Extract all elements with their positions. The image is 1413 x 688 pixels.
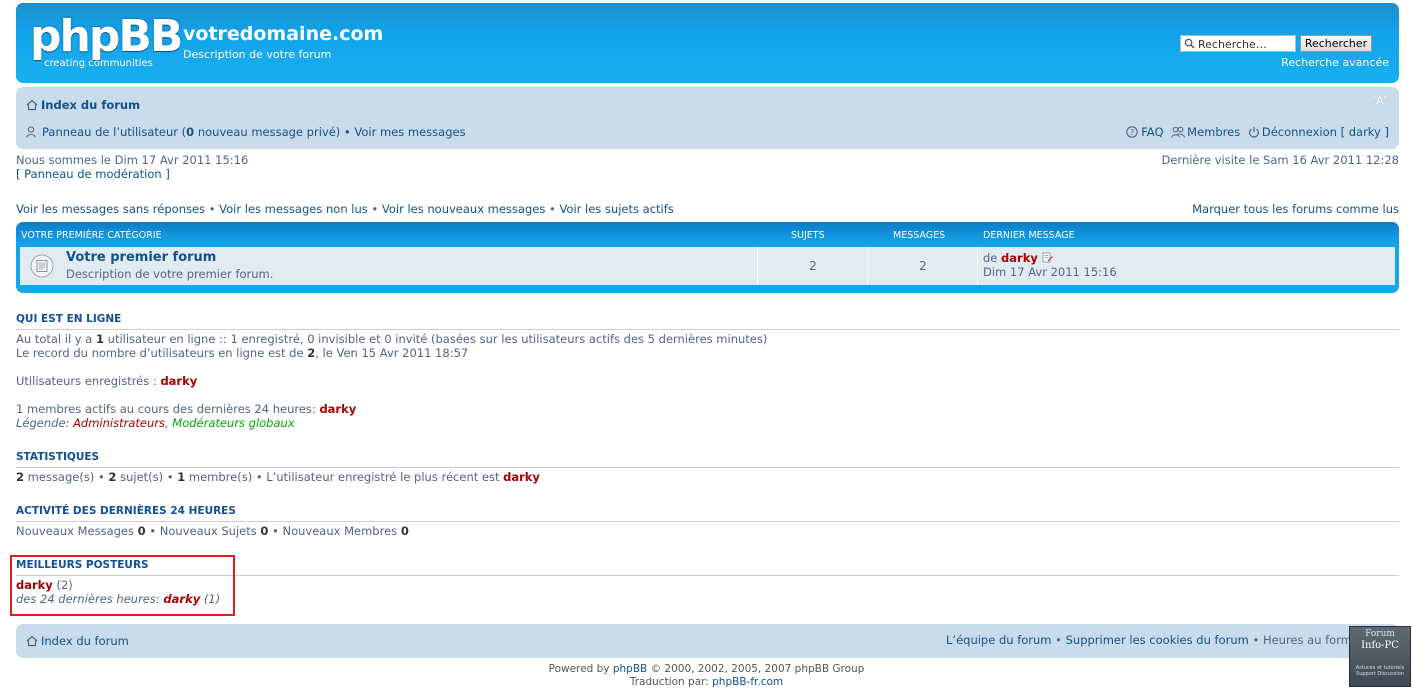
last-post-author[interactable]: darky	[1001, 251, 1038, 265]
logo-subtitle: creating communities	[44, 58, 153, 69]
logout-link[interactable]: Déconnexion [ darky ]	[1248, 125, 1389, 139]
quick-links: Voir les messages sans réponses • Voir l…	[16, 202, 674, 216]
faq-link[interactable]: ? FAQ	[1126, 125, 1164, 139]
site-description: Description de votre forum	[183, 48, 332, 61]
forum-title-link[interactable]: Votre premier forum	[66, 250, 216, 265]
breadcrumb-index-label: Index du forum	[41, 98, 141, 112]
legend-gmods-link[interactable]: Modérateurs globaux	[172, 416, 294, 430]
forum-description: Description de votre premier forum.	[66, 267, 274, 281]
delete-cookies-link[interactable]: Supprimer les cookies du forum	[1066, 633, 1249, 647]
separator: •	[545, 202, 560, 216]
topics-cell: 2	[757, 247, 867, 285]
footer-index-link[interactable]: Index du forum	[26, 634, 129, 648]
posts-header: Messages	[893, 230, 946, 241]
members-link[interactable]: Membres	[1171, 125, 1240, 139]
advanced-search-link[interactable]: Recherche avancée	[1281, 56, 1389, 69]
forum-read-icon	[30, 254, 54, 278]
activity-line: Nouveaux Messages 0 • Nouveaux Sujets 0 …	[16, 524, 409, 538]
posts-count: 2	[919, 259, 927, 273]
moderation-panel-link[interactable]: [ Panneau de modération ]	[16, 167, 170, 181]
phpbb-fr-link[interactable]: phpBB-fr.com	[712, 676, 783, 688]
font-size-changer[interactable]: ˅A˄	[1371, 94, 1388, 107]
topics-header: Sujets	[791, 230, 825, 241]
activity-heading: Activité des dernières 24 heures	[16, 505, 1399, 522]
posts-cell: 2	[867, 247, 977, 285]
team-link[interactable]: L’équipe du forum	[946, 633, 1052, 647]
forum-info-pc-watermark: Forum Info-PC Astuces et tutoriels Suppo…	[1349, 626, 1411, 687]
last-post-date: Dim 17 Avr 2011 15:16	[983, 265, 1117, 279]
separator: •	[1248, 633, 1263, 647]
footer-navbar: Index du forum L’équipe du forum • Suppr…	[16, 624, 1399, 658]
active-user-link[interactable]: darky	[319, 402, 356, 416]
online-user-link[interactable]: darky	[160, 374, 197, 388]
phpbb-logo[interactable]: phpBB creating communities	[30, 11, 183, 73]
phpbb-link[interactable]: phpBB	[613, 663, 647, 675]
members-icon	[1171, 126, 1186, 138]
logo-text: phpBB	[30, 11, 183, 62]
new-posts-link[interactable]: Voir les nouveaux messages	[382, 202, 545, 216]
online-record: Le record du nombre d’utilisateurs en li…	[16, 346, 469, 360]
unanswered-link[interactable]: Voir les messages sans réponses	[16, 202, 205, 216]
search-icon	[1184, 38, 1195, 49]
pm-count[interactable]: 0	[186, 125, 194, 139]
breadcrumb-index[interactable]: Index du forum	[26, 98, 140, 112]
last-post-header: Dernier message	[983, 230, 1075, 241]
newest-user-link[interactable]: darky	[503, 470, 540, 484]
pm-link[interactable]: nouveau message privé)	[194, 125, 340, 139]
top-navbar: Index du forum ˅A˄ Panneau de l’utilisat…	[16, 87, 1399, 149]
registered-users: Utilisateurs enregistrés : darky	[16, 374, 198, 388]
separator: •	[340, 125, 355, 139]
mark-forums-read-link[interactable]: Marquer tous les forums comme lus	[1192, 202, 1399, 216]
last-post-info: de darky Dim 17 Avr 2011 15:16	[983, 251, 1117, 279]
user-panel-icon	[26, 126, 36, 138]
separator: •	[205, 202, 220, 216]
search-button[interactable]: Rechercher	[1300, 35, 1372, 52]
faq-icon: ?	[1126, 126, 1138, 138]
ucp-link[interactable]: Panneau de l’utilisateur	[42, 125, 178, 139]
current-time: Nous sommes le Dim 17 Avr 2011 15:16	[16, 153, 249, 167]
last-post-by: de	[983, 251, 1002, 265]
topics-count: 2	[809, 259, 817, 273]
view-latest-post-icon[interactable]	[1042, 252, 1053, 263]
active-topics-link[interactable]: Voir les sujets actifs	[559, 202, 673, 216]
separator: •	[367, 202, 382, 216]
search-input[interactable]	[1180, 35, 1296, 52]
user-nav: Panneau de l’utilisateur (0 nouveau mess…	[26, 125, 466, 139]
pm-open: (	[178, 125, 187, 139]
site-title: votredomaine.com	[183, 23, 384, 45]
forum-category-block: Votre première catégorie Sujets Messages…	[16, 222, 1399, 293]
statistics-heading: Statistiques	[16, 451, 1399, 468]
footer-links: L’équipe du forum • Supprimer les cookie…	[946, 633, 1364, 647]
copyright: Powered by phpBB © 2000, 2002, 2005, 200…	[548, 663, 865, 688]
unread-link[interactable]: Voir les messages non lus	[219, 202, 368, 216]
view-my-posts-link[interactable]: Voir mes messages	[354, 125, 465, 139]
highlight-box	[10, 555, 235, 616]
forum-row: Votre premier forum Description de votre…	[20, 247, 1395, 285]
who-is-online-heading[interactable]: Qui est en ligne	[16, 313, 1399, 330]
power-icon	[1248, 126, 1259, 138]
legend-admins-link[interactable]: Administrateurs	[73, 416, 165, 430]
home-icon	[26, 99, 38, 111]
home-icon	[26, 635, 38, 647]
svg-text:?: ?	[1130, 128, 1134, 137]
footer-index-label: Index du forum	[41, 634, 129, 648]
nav-right-links: ? FAQ Membres Déconnexion [ darky ]	[1122, 125, 1389, 139]
legend: Légende: Administrateurs, Modérateurs gl…	[16, 416, 295, 430]
last-visit: Dernière visite le Sam 16 Avr 2011 12:28	[1161, 153, 1399, 167]
online-total: Au total il y a 1 utilisateur en ligne :…	[16, 332, 768, 346]
separator: •	[1051, 633, 1066, 647]
active-24h: 1 membres actifs au cours des dernières …	[16, 402, 357, 416]
statistics-line: 2 message(s) • 2 sujet(s) • 1 membre(s) …	[16, 470, 540, 484]
category-header[interactable]: Votre première catégorie	[21, 230, 162, 241]
